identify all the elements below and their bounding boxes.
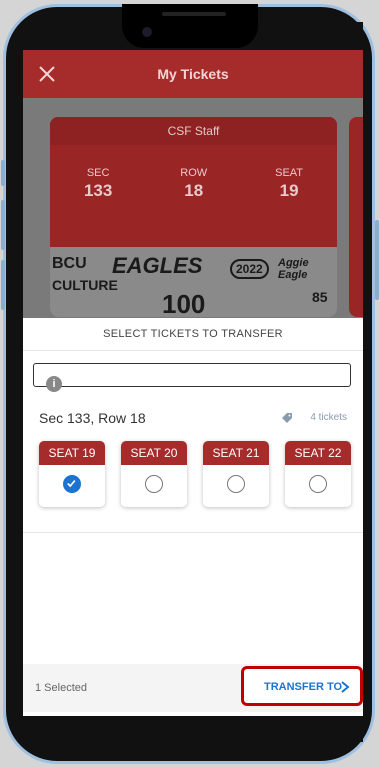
ticket-carousel: CSF Staff SEC 133 ROW 18 SEAT 19 BCU CUL…: [23, 98, 363, 318]
transfer-footer: 1 Selected TRANSFER TO: [23, 664, 363, 712]
ticket-stats: SEC 133 ROW 18 SEAT 19: [50, 167, 337, 201]
row-heading: Sec 133, Row 18: [39, 410, 146, 426]
banner-text: BCU: [52, 255, 87, 272]
banner-text: Aggie Eagle: [278, 257, 309, 281]
seat-label: SEAT 20: [121, 441, 187, 465]
banner-text: 2022: [230, 259, 269, 279]
stat-seat-value: 19: [279, 181, 299, 200]
transfer-sheet: SELECT TICKETS TO TRANSFER i Sec 133, Ro…: [23, 318, 363, 716]
divider: [23, 350, 363, 351]
info-input-box[interactable]: i: [33, 363, 351, 392]
stat-seat-label: SEAT: [275, 167, 304, 179]
banner-text: 100: [162, 289, 206, 317]
banner-text: 85: [312, 289, 328, 305]
stat-row-value: 18: [184, 181, 204, 200]
volume-up-button: [1, 200, 5, 250]
seat-option-21[interactable]: SEAT 21: [203, 441, 269, 507]
transfer-to-label: TRANSFER TO: [264, 681, 343, 693]
ticket-count: 4 tickets: [310, 412, 347, 423]
seat-option-22[interactable]: SEAT 22: [285, 441, 351, 507]
event-banner-image: BCU CULTURE EAGLES 2022 Aggie Eagle 100 …: [50, 247, 337, 317]
stat-row-label: ROW: [180, 167, 208, 179]
bottom-bezel: [23, 716, 363, 742]
seat-checkbox-checked[interactable]: [63, 475, 81, 493]
seat-option-19[interactable]: SEAT 19: [39, 441, 105, 507]
seat-label: SEAT 19: [39, 441, 105, 465]
chevron-right-icon: [341, 681, 350, 693]
ticket-card[interactable]: CSF Staff SEC 133 ROW 18 SEAT 19 BCU CUL…: [50, 117, 337, 317]
info-icon: i: [46, 376, 62, 392]
speaker: [162, 12, 226, 16]
seat-checkbox[interactable]: [145, 475, 163, 493]
ticket-group: CSF Staff: [50, 117, 337, 145]
mute-switch: [1, 160, 5, 186]
power-button: [375, 220, 379, 300]
seat-option-20[interactable]: SEAT 20: [121, 441, 187, 507]
ticket-card-next[interactable]: [349, 117, 363, 317]
stat-sec-value: 133: [83, 181, 113, 200]
notch: [122, 4, 258, 48]
seat-checkbox[interactable]: [309, 475, 327, 493]
sheet-title: SELECT TICKETS TO TRANSFER: [103, 328, 283, 340]
camera: [142, 27, 152, 37]
tag-icon: [282, 413, 292, 423]
stat-seat: SEAT 19: [275, 167, 303, 201]
transfer-to-button[interactable]: TRANSFER TO: [241, 666, 363, 706]
banner-text: EAGLES: [112, 253, 203, 278]
page-title: My Tickets: [157, 66, 229, 82]
app-header: My Tickets: [23, 50, 363, 98]
volume-down-button: [1, 260, 5, 310]
seat-checkbox[interactable]: [227, 475, 245, 493]
stat-row: ROW 18: [180, 167, 207, 201]
check-icon: [67, 480, 76, 488]
seat-label: SEAT 21: [203, 441, 269, 465]
stat-sec-label: SEC: [86, 167, 110, 179]
stat-sec: SEC 133: [84, 167, 112, 201]
divider: [23, 532, 363, 533]
selected-count: 1 Selected: [35, 682, 87, 694]
banner-text: CULTURE: [52, 277, 118, 293]
screen: My Tickets CSF Staff SEC 133 ROW 18 SEAT…: [23, 50, 363, 716]
seat-label: SEAT 22: [285, 441, 351, 465]
